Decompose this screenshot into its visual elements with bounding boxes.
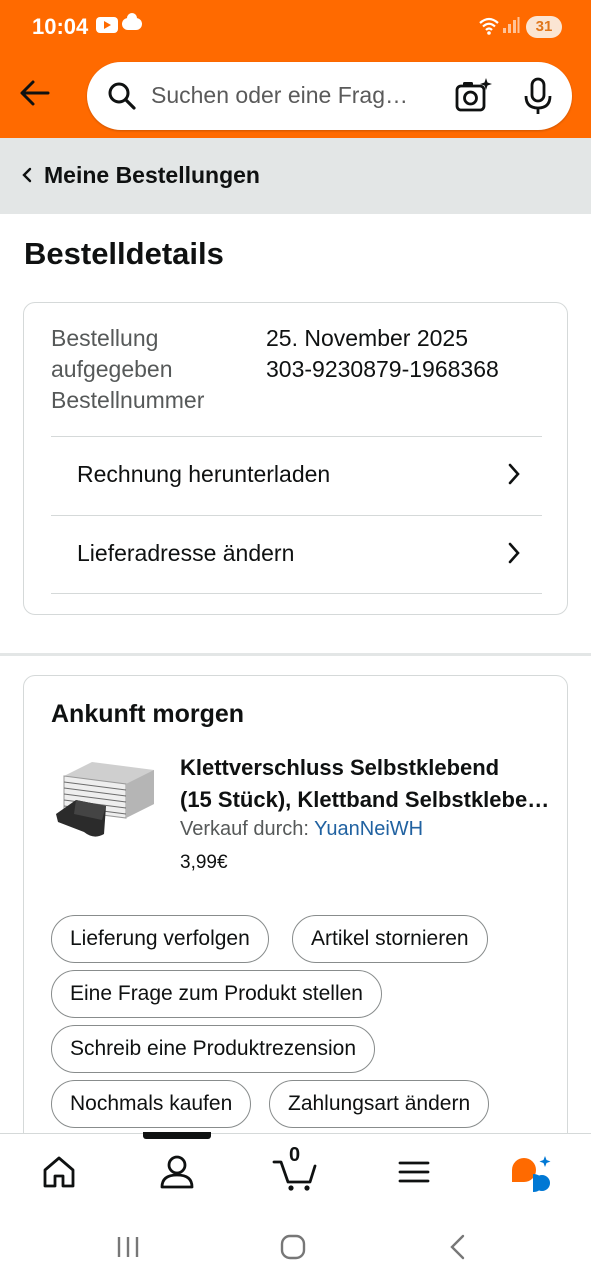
download-invoice-link[interactable]: Rechnung herunterladen — [51, 437, 542, 515]
recent-apps-icon[interactable] — [114, 1233, 142, 1261]
system-back-icon[interactable] — [445, 1233, 473, 1261]
shipment-status-title: Ankunft morgen — [51, 700, 245, 728]
bottom-navigation: 0 — [0, 1133, 591, 1211]
write-review-button[interactable]: Schreib eine Produktrezension — [51, 1025, 376, 1073]
cloud-notification-icon — [122, 13, 142, 30]
change-payment-button[interactable]: Zahlungsart ändern — [269, 1080, 490, 1128]
ask-product-question-button[interactable]: Eine Frage zum Produkt stellen — [51, 970, 382, 1018]
status-time: 10:04 — [32, 14, 89, 39]
home-icon[interactable] — [41, 1152, 77, 1192]
signal-icon — [503, 17, 520, 33]
track-package-button[interactable]: Lieferung verfolgen — [51, 915, 269, 963]
chevron-right-icon — [508, 542, 520, 564]
cancel-item-button[interactable]: Artikel stornieren — [292, 915, 488, 963]
order-number-label: Bestellnummer — [51, 387, 205, 413]
breadcrumb[interactable]: Meine Bestellungen — [0, 138, 591, 214]
download-invoice-label: Rechnung herunterladen — [77, 461, 331, 487]
shipment-card: Ankunft morgen Klettverschluss Selbstkle… — [23, 675, 568, 1145]
system-navigation-bar — [0, 1211, 591, 1280]
youtube-notification-icon — [96, 17, 118, 33]
search-input[interactable]: Suchen oder eine Frag… — [151, 82, 431, 109]
cart-count-badge: 0 — [289, 1144, 301, 1166]
microphone-icon[interactable] — [521, 76, 555, 116]
change-address-link[interactable]: Lieferadresse ändern — [51, 516, 542, 594]
menu-icon[interactable] — [396, 1152, 432, 1192]
active-tab-indicator — [143, 1132, 211, 1139]
seller-info: Verkauf durch: YuanNeiWH — [180, 818, 423, 841]
product-title-line2: (15 Stück), Klettband Selbstklebend — [180, 787, 550, 812]
order-placed-label-line2: aufgegeben — [51, 356, 173, 382]
camera-lens-icon[interactable] — [453, 76, 493, 116]
back-arrow-icon[interactable] — [18, 76, 52, 110]
product-image[interactable] — [54, 758, 156, 840]
wifi-icon — [479, 17, 499, 35]
battery-indicator: 31 — [526, 16, 562, 38]
account-icon[interactable] — [159, 1152, 195, 1192]
home-button-icon[interactable] — [279, 1233, 307, 1261]
section-separator — [0, 653, 591, 656]
product-title[interactable]: Klettverschluss Selbstklebend (15 Stück)… — [180, 752, 550, 816]
search-icon — [108, 82, 136, 110]
product-price: 3,99€ — [180, 852, 228, 873]
product-title-line1: Klettverschluss Selbstklebend — [180, 755, 500, 780]
buy-again-button[interactable]: Nochmals kaufen — [51, 1080, 252, 1128]
app-header: 10:04 31 Suchen oder eine Frag… — [0, 0, 591, 138]
change-address-label: Lieferadresse ändern — [77, 540, 295, 566]
seller-prefix: Verkauf durch: — [180, 818, 315, 840]
chevron-left-icon — [22, 167, 32, 183]
order-placed-value: 25. November 2025 — [266, 325, 469, 351]
seller-link[interactable]: YuanNeiWH — [314, 818, 423, 840]
order-info-card: Bestellung aufgegeben Bestellnummer 25. … — [23, 302, 568, 615]
order-number-value: 303-9230879-1968368 — [266, 356, 499, 382]
chevron-right-icon — [508, 463, 520, 485]
status-bar: 10:04 31 — [0, 0, 591, 56]
order-placed-label-line1: Bestellung — [51, 325, 159, 351]
divider — [51, 593, 542, 594]
search-bar[interactable]: Suchen oder eine Frag… — [87, 62, 572, 130]
breadcrumb-label[interactable]: Meine Bestellungen — [44, 162, 260, 189]
rufus-ai-icon[interactable] — [509, 1152, 553, 1192]
page-title: Bestelldetails — [24, 236, 224, 271]
